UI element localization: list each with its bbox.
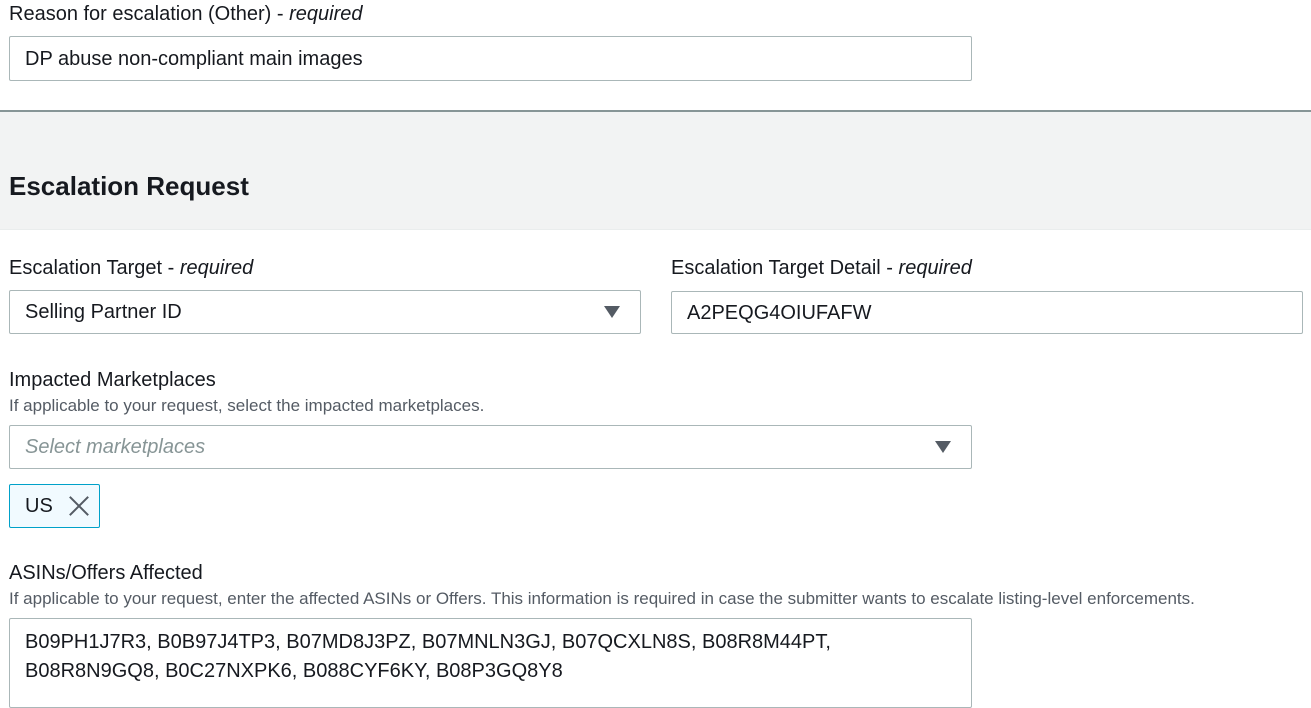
escalation-target-value: Selling Partner ID (25, 301, 182, 323)
escalation-target-separator: - (162, 257, 180, 279)
reason-input-value: DP abuse non-compliant main images (25, 47, 363, 70)
section-title: Escalation Request (9, 171, 249, 201)
asins-textarea[interactable]: B09PH1J7R3, B0B97J4TP3, B07MD8J3PZ, B07M… (9, 618, 972, 708)
reason-label: Reason for escalation (Other) - required (9, 2, 363, 26)
escalation-target-detail-label-text: Escalation Target Detail (671, 257, 881, 279)
marketplaces-placeholder: Select marketplaces (25, 436, 206, 458)
escalation-target-required-indicator: required (179, 257, 254, 279)
marketplace-token-label: US (25, 494, 53, 517)
close-icon[interactable] (68, 495, 90, 517)
caret-down-icon (604, 306, 620, 318)
escalation-target-detail-value: A2PEQG4OIUFAFW (687, 301, 872, 324)
marketplaces-description: If applicable to your request, select th… (9, 396, 485, 415)
reason-required-indicator: required (289, 3, 363, 25)
escalation-target-detail-input[interactable]: A2PEQG4OIUFAFW (671, 291, 1303, 334)
escalation-target-label: Escalation Target - required (9, 256, 253, 280)
asins-label: ASINs/Offers Affected (9, 562, 203, 584)
escalation-target-label-text: Escalation Target (9, 257, 163, 279)
asins-description: If applicable to your request, enter the… (9, 589, 1195, 608)
escalation-target-detail-label: Escalation Target Detail - required (671, 256, 972, 280)
escalation-target-detail-required-indicator: required (898, 257, 972, 279)
escalation-target-detail-separator: - (880, 257, 899, 279)
reason-label-text: Reason for escalation (Other) (9, 3, 272, 25)
marketplaces-label: Impacted Marketplaces (9, 369, 216, 391)
caret-down-icon (935, 441, 951, 453)
escalation-target-select[interactable]: Selling Partner ID (9, 290, 641, 334)
reason-label-separator: - (271, 3, 290, 25)
marketplaces-select[interactable]: Select marketplaces (9, 425, 972, 469)
reason-input[interactable]: DP abuse non-compliant main images (9, 36, 972, 81)
marketplace-token-us: US (9, 484, 100, 528)
